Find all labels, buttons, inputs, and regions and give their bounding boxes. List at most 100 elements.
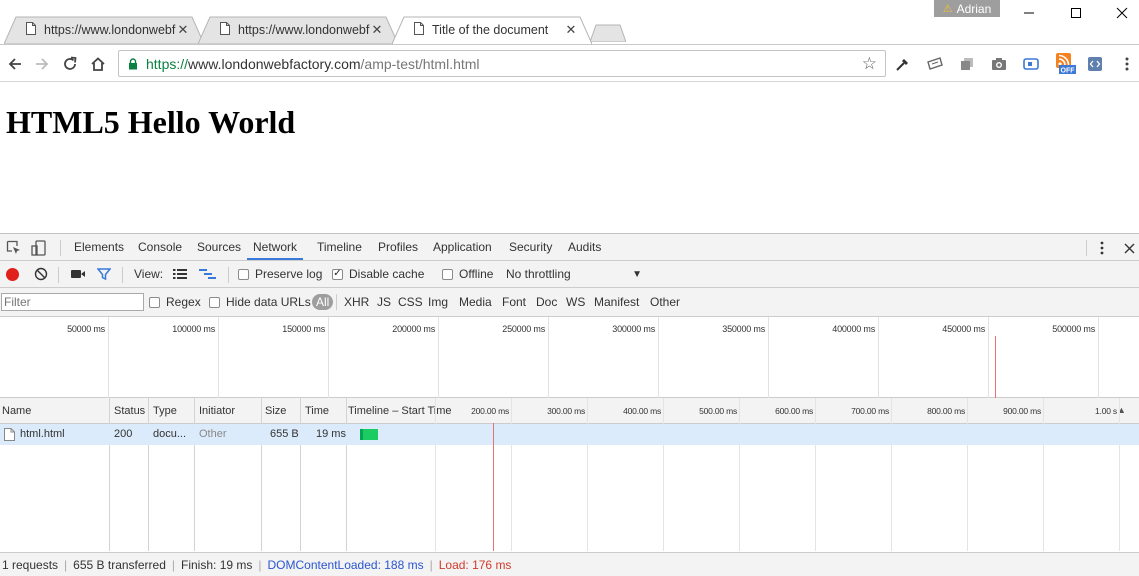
waterfall-icon xyxy=(199,269,216,279)
filter-type-doc[interactable]: Doc xyxy=(536,288,557,316)
forward-button[interactable] xyxy=(31,53,53,75)
filter-type-css[interactable]: CSS xyxy=(398,288,423,316)
hide-data-urls-label: Hide data URLs xyxy=(226,295,311,309)
column-header-size[interactable]: Size xyxy=(263,398,286,424)
filter-type-all[interactable]: All xyxy=(312,288,334,316)
tab-application[interactable]: Application xyxy=(431,234,494,260)
view-label: View: xyxy=(134,267,164,281)
gridline xyxy=(878,317,879,398)
throttling-select[interactable]: No throttling ▼ xyxy=(506,261,644,287)
bookmark-star-icon[interactable]: ☆ xyxy=(862,54,877,74)
record-button[interactable] xyxy=(5,261,20,287)
browser-tab[interactable]: https://www.londonwebf ✕ xyxy=(198,16,398,44)
devtools-panel: Elements Console Sources Network Timelin… xyxy=(0,233,1139,576)
screenshots-button[interactable] xyxy=(70,261,86,287)
column-header-time[interactable]: Time xyxy=(303,398,329,424)
filter-type-other[interactable]: Other xyxy=(650,288,680,316)
finish-time: Finish: 19 ms xyxy=(181,558,253,572)
overview-tick-label: 300000 ms xyxy=(612,324,655,334)
tab-network[interactable]: Network xyxy=(247,234,304,260)
waterfall-receiving-bar xyxy=(363,429,378,440)
hide-data-urls-checkbox[interactable]: Hide data URLs xyxy=(209,289,311,315)
close-icon[interactable]: ✕ xyxy=(370,22,384,38)
overview-tick-label: 350000 ms xyxy=(722,324,765,334)
overview-tick-label: 450000 ms xyxy=(942,324,985,334)
tab-profiles[interactable]: Profiles xyxy=(376,234,420,260)
overview-toggle-button[interactable] xyxy=(199,261,217,287)
maximize-button[interactable] xyxy=(1053,0,1099,26)
offline-checkbox[interactable]: Offline xyxy=(442,261,493,287)
gridline xyxy=(328,317,329,398)
warning-icon: ⚠ xyxy=(942,3,953,15)
waterfall-tick-label: 600.00 ms xyxy=(775,406,813,416)
column-header-name[interactable]: Name xyxy=(0,398,31,424)
column-header-status[interactable]: Status xyxy=(112,398,145,424)
code-extension-icon[interactable] xyxy=(1085,54,1105,74)
filter-type-img[interactable]: Img xyxy=(428,288,448,316)
close-icon[interactable]: ✕ xyxy=(176,22,190,38)
home-button[interactable] xyxy=(87,53,109,75)
filter-type-xhr[interactable]: XHR xyxy=(344,288,369,316)
rss-extension-icon[interactable]: OFF xyxy=(1054,53,1078,75)
tab-sources[interactable]: Sources xyxy=(195,234,243,260)
filter-type-ws[interactable]: WS xyxy=(566,288,585,316)
large-rows-button[interactable] xyxy=(173,261,187,287)
clear-button[interactable] xyxy=(34,261,48,287)
filter-type-font[interactable]: Font xyxy=(502,288,526,316)
screen-extension-icon[interactable] xyxy=(1021,54,1041,74)
filter-type-manifest[interactable]: Manifest xyxy=(594,288,639,316)
arrow-left-icon xyxy=(8,58,21,70)
waterfall-tick-label: 200.00 ms xyxy=(471,406,509,416)
checkbox-unchecked[interactable] xyxy=(149,296,160,308)
filter-type-js[interactable]: JS xyxy=(377,288,391,316)
ticket-extension-icon[interactable] xyxy=(925,54,945,74)
tab-title: https://www.londonwebf xyxy=(44,23,176,37)
devtools-menu-button[interactable] xyxy=(1093,239,1111,257)
table-row[interactable]: html.html 200 docu... Other 655 B 19 ms xyxy=(0,424,1139,445)
network-overview[interactable]: 50000 ms 100000 ms 150000 ms 200000 ms 2… xyxy=(0,317,1139,398)
inspect-element-button[interactable] xyxy=(5,239,23,257)
waterfall-tick-label: 400.00 ms xyxy=(623,406,661,416)
regex-checkbox[interactable]: Regex xyxy=(149,289,201,315)
overview-tick-label: 100000 ms xyxy=(172,324,215,334)
gridline xyxy=(108,317,109,398)
tab-elements[interactable]: Elements xyxy=(72,234,126,260)
reload-button[interactable] xyxy=(59,53,81,75)
tab-console[interactable]: Console xyxy=(136,234,184,260)
profile-button[interactable]: ⚠ Adrian xyxy=(934,0,1000,17)
filter-type-media[interactable]: Media xyxy=(459,288,492,316)
column-header-type[interactable]: Type xyxy=(151,398,177,424)
disable-cache-checkbox[interactable]: ✓ Disable cache xyxy=(332,261,424,287)
menu-button[interactable] xyxy=(1117,54,1137,74)
browser-tab[interactable]: https://www.londonwebf ✕ xyxy=(4,16,204,44)
preserve-log-checkbox[interactable]: Preserve log xyxy=(238,261,322,287)
filter-input[interactable] xyxy=(1,293,144,311)
back-button[interactable] xyxy=(4,53,26,75)
close-icon[interactable]: ✕ xyxy=(564,22,578,38)
layers-extension-icon[interactable] xyxy=(957,54,977,74)
checkbox-unchecked[interactable] xyxy=(209,296,220,308)
clear-icon xyxy=(34,267,48,281)
waterfall-gridline xyxy=(1043,398,1044,551)
gridline xyxy=(548,317,549,398)
close-devtools-button[interactable] xyxy=(1120,239,1138,257)
tab-timeline[interactable]: Timeline xyxy=(315,234,364,260)
browser-tab-active[interactable]: Title of the document ✕ xyxy=(392,16,592,44)
close-window-button[interactable] xyxy=(1099,0,1139,26)
checkbox-unchecked[interactable] xyxy=(442,268,453,280)
address-bar[interactable]: https://www.londonwebfactory.com/amp-tes… xyxy=(118,50,886,77)
device-toolbar-button[interactable] xyxy=(30,239,48,257)
minimize-button[interactable] xyxy=(1006,0,1052,26)
overview-tick-label: 250000 ms xyxy=(502,324,545,334)
checkbox-checked[interactable]: ✓ xyxy=(332,268,343,280)
column-divider xyxy=(261,398,262,551)
column-header-initiator[interactable]: Initiator xyxy=(197,398,235,424)
waterfall-gridline xyxy=(587,398,588,551)
filter-toggle-button[interactable] xyxy=(97,261,111,287)
tab-security[interactable]: Security xyxy=(507,234,554,260)
camera-extension-icon[interactable] xyxy=(989,54,1009,74)
checkbox-unchecked[interactable] xyxy=(238,268,249,280)
new-tab-button[interactable] xyxy=(590,24,626,42)
tab-audits[interactable]: Audits xyxy=(566,234,603,260)
eyedropper-extension-icon[interactable] xyxy=(893,54,913,74)
